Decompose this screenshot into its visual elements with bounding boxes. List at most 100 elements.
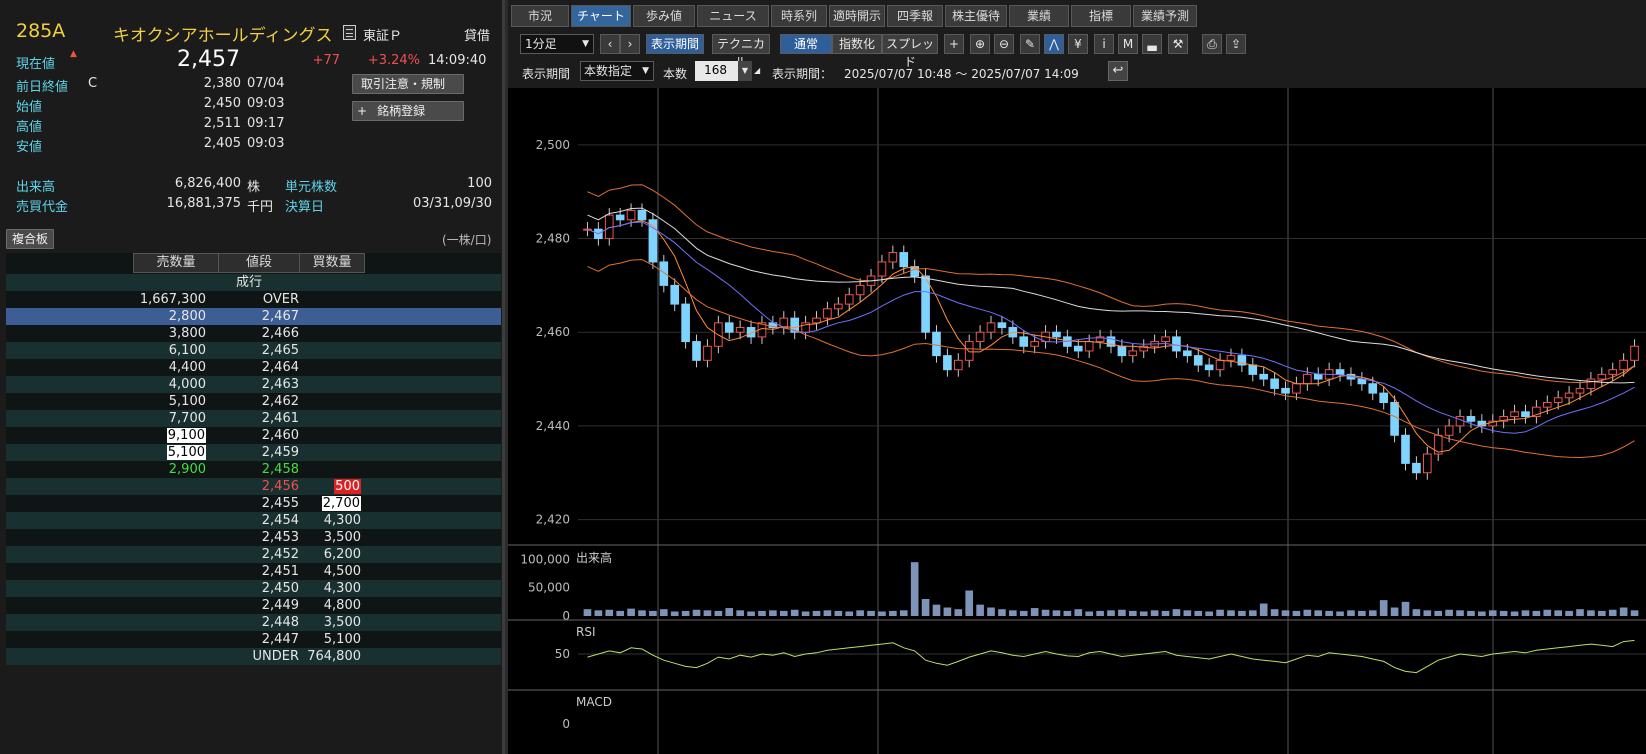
volume-bar [1499,610,1508,616]
volume-value: 6,826,400 [174,176,241,191]
board-row[interactable]: 4,400 2,464 [6,359,501,376]
info-icon[interactable]: i [1094,34,1114,54]
next-icon[interactable]: › [620,34,640,54]
board-row[interactable]: 2,448 3,500 [6,614,501,631]
my-icon[interactable]: M [1118,34,1138,54]
board-row[interactable]: 2,455 2,700 [6,495,501,512]
volume-bar [1510,611,1519,616]
board-row[interactable]: 2,800 2,467 [6,308,501,325]
document-icon[interactable] [343,25,356,40]
volume-profile-icon[interactable]: ▃ [1142,34,1162,54]
interval-value: 1分足 [525,37,557,51]
candle [659,261,669,286]
board-row[interactable]: UNDER 764,800 [6,648,501,665]
candle [1466,416,1476,422]
period-mode-select[interactable]: 本数指定 ▼ [580,61,654,81]
volume-bar [1379,600,1388,616]
buy-qty: 2,700 [321,496,361,511]
prev-icon[interactable]: ‹ [600,34,620,54]
candle [1422,453,1432,474]
zoom-in-icon[interactable]: ⊕ [970,34,990,54]
board-row[interactable]: 2,447 5,100 [6,631,501,648]
candle [692,341,701,361]
tab-0[interactable]: 市況 [511,5,569,27]
tab-5[interactable]: 適時開示 [829,5,885,27]
interval-select[interactable]: 1分足 ▼ [520,34,594,54]
prev-close-flag: C [88,76,98,91]
export-icon[interactable]: ⇪ [1226,34,1246,54]
candle [964,341,974,361]
volume-bar [1521,610,1530,616]
composite-board-tab[interactable]: 複合板 [6,229,55,249]
board-row[interactable]: 2,450 4,300 [6,580,501,597]
candle [1586,378,1596,389]
candle [1019,336,1029,347]
candle [1281,387,1290,394]
board-row[interactable]: 5,100 2,462 [6,393,501,410]
volume-bar [1009,610,1017,616]
board-row[interactable]: 1,667,300 OVER [6,291,501,308]
normal-button[interactable]: 通常 [780,34,832,54]
tab-2[interactable]: 歩み値 [633,5,695,27]
board-row[interactable]: 2,900 2,458 [6,461,501,478]
trading-notice-button[interactable]: 取引注意・規制 [352,74,464,94]
board-row[interactable]: 2,454 4,300 [6,512,501,529]
volume-bar [1227,610,1235,616]
credit-label: 貸借 [464,29,491,44]
technical-button[interactable]: テクニカル [712,34,770,69]
volume-bar [823,610,832,616]
volume-bar [1619,607,1628,616]
board-row[interactable]: 9,100 2,460 [6,427,501,444]
board-row[interactable]: 2,449 4,800 [6,597,501,614]
register-button[interactable]: + 銘柄登録 [352,101,464,121]
volume-bar [638,610,646,616]
tab-3[interactable]: ニュース [697,5,769,27]
count-spinner-up-icon[interactable]: ◢ [754,61,760,81]
up-arrow-icon: ▲ [70,49,77,59]
tab-1[interactable]: チャート [571,5,631,27]
tab-4[interactable]: 時系列 [771,5,827,27]
volume-bar [1259,603,1268,616]
turnover-unit: 千円 [247,200,274,215]
price: 2,454 [261,513,299,528]
zoom-out-icon[interactable]: ⊖ [994,34,1014,54]
return-icon[interactable]: ↩ [1108,61,1128,81]
display-period-button[interactable]: 表示期間 [646,34,704,54]
wrench-icon[interactable]: ⚒ [1168,34,1188,54]
trend-icon[interactable]: ⋀ [1044,34,1064,54]
count-spinner-down-icon[interactable]: ▼ [738,61,752,81]
board-row[interactable]: 4,000 2,463 [6,376,501,393]
yen-icon[interactable]: ¥ [1068,34,1088,54]
tab-10[interactable]: 業績予測 [1133,5,1197,27]
board-row[interactable]: 2,452 6,200 [6,546,501,563]
candle [1204,364,1214,371]
market-order-row[interactable]: 成行 [6,274,501,291]
tab-7[interactable]: 株主優待 [945,5,1007,27]
pencil-icon[interactable]: ✎ [1020,34,1040,54]
board-row[interactable]: 2,453 3,500 [6,529,501,546]
board-row[interactable]: 5,100 2,459 [6,444,501,461]
y-tick-label: 100,000 [520,552,570,566]
price-chart[interactable]: 2,500 2,480 2,460 2,440 2,420 出来高 100,000 50,00… [508,88,1646,754]
volume-bar [1434,610,1443,616]
crosshair-icon[interactable]: + [944,34,964,54]
board-row[interactable]: 2,456 500 [6,478,501,495]
y-tick-label: 2,420 [536,513,570,527]
low-time: 09:03 [247,136,285,151]
index-button[interactable]: 指数化 [832,34,882,54]
print-icon[interactable]: ⎙ [1202,34,1222,54]
board-row[interactable]: 2,451 4,500 [6,563,501,580]
tab-6[interactable]: 四季報 [887,5,943,27]
candle [812,317,821,324]
volume-bar [670,611,679,616]
board-row[interactable]: 3,800 2,466 [6,325,501,342]
volume-bar [1467,610,1475,616]
tab-9[interactable]: 指標 [1071,5,1131,27]
spread-button[interactable]: スプレッド [882,34,938,69]
candle [921,275,930,333]
candle [997,322,1007,329]
board-row[interactable]: 7,700 2,461 [6,410,501,427]
tab-8[interactable]: 業績 [1009,5,1069,27]
volume-bar [1194,610,1203,616]
board-row[interactable]: 6,100 2,465 [6,342,501,359]
